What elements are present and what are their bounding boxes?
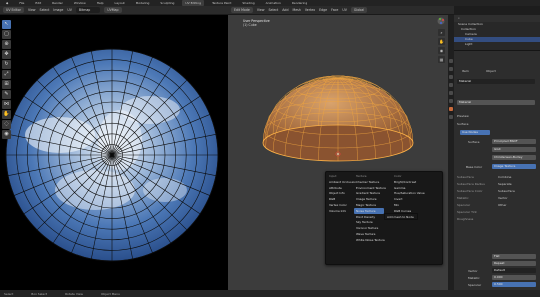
pan-icon[interactable]: ✋ <box>438 38 445 45</box>
status-hint: Box Select <box>31 291 48 296</box>
surface-shader-select[interactable]: Principled BSDF <box>492 139 536 144</box>
menu-item[interactable]: Volume Info <box>329 209 356 215</box>
perspective-toggle-icon[interactable]: ▦ <box>438 56 445 63</box>
output-tab-icon[interactable] <box>449 75 453 79</box>
base-color-label: Base Color <box>466 165 483 169</box>
scale-icon[interactable]: ⤢ <box>2 70 11 79</box>
projection-select[interactable]: Flat <box>492 254 536 259</box>
field-subsurface-color: Subsurface Color <box>457 189 483 193</box>
texture-tab-icon[interactable] <box>449 115 453 119</box>
status-bar: Select Box Select Rotate View Object Men… <box>0 290 540 297</box>
uv-menu-uv[interactable]: UV <box>67 8 72 12</box>
scene-tab-icon[interactable] <box>449 83 453 87</box>
blender-window: ◆ File Edit Render Window Help Layout Mo… <box>0 0 540 297</box>
pinch-icon[interactable]: ◉ <box>2 130 11 139</box>
vp-menu-mesh[interactable]: Mesh <box>292 8 300 12</box>
status-hint: Select <box>4 291 14 296</box>
properties-panel: Item Object Material Material Preview Su… <box>454 51 540 290</box>
rotate-icon[interactable]: ↻ <box>2 60 11 69</box>
select-box-icon[interactable]: ▢ <box>2 30 11 39</box>
col-b-item[interactable]: Subsurface <box>498 189 515 193</box>
relax-icon[interactable]: ◌ <box>2 120 11 129</box>
field-roughness: Roughness <box>457 217 474 221</box>
uv-toolbar: ↖ ▢ ⊕ ✥ ↻ ⤢ ⊞ ✎ ⋈ ✋ ◌ ◉ <box>2 20 12 139</box>
vp-menu-edge[interactable]: Edge <box>319 8 327 12</box>
grab-icon[interactable]: ✋ <box>2 110 11 119</box>
field-metallic: Metallic <box>457 196 469 200</box>
menu-column-color: Color Bright/Contrast Gamma Hue/Saturati… <box>394 174 425 215</box>
col-b-item[interactable]: Combine <box>498 175 511 179</box>
material-name-field[interactable]: Material <box>457 100 535 105</box>
field-specular-tint: Specular Tint <box>457 210 477 214</box>
uv-mesh-grid <box>6 49 218 261</box>
metallic-label: Metallic <box>468 276 480 280</box>
outliner-header: ⌕ <box>454 15 540 22</box>
material-slot-list[interactable]: Material <box>457 79 535 84</box>
camera-view-icon[interactable]: ◉ <box>438 47 445 54</box>
uv-editor-type-button[interactable]: UV Editor <box>3 7 24 13</box>
extension-select[interactable]: Repeat <box>492 261 536 266</box>
specular-label: Specular <box>468 283 482 287</box>
cursor-icon[interactable]: ↖ <box>2 20 11 29</box>
section-surface[interactable]: Surface <box>457 122 468 126</box>
vp-menu-view[interactable]: View <box>257 8 265 12</box>
modifier-tab-icon[interactable] <box>449 99 453 103</box>
field-subsurface-radius: Subsurface Radius <box>457 182 485 186</box>
uv-menu-image[interactable]: Image <box>53 8 63 12</box>
viewport-header: Edit Mode View Select Add Mesh Vertex Ed… <box>228 6 454 15</box>
menu-column-input: Input Ambient Occlusion Attribute Object… <box>329 174 356 215</box>
vector-label: Vector <box>468 269 478 273</box>
col-b-item[interactable]: Vector <box>498 196 508 200</box>
surface-label: Surface <box>468 140 480 144</box>
uv-menu-select[interactable]: Select <box>40 8 50 12</box>
outliner-item-light[interactable]: Light <box>454 42 540 47</box>
rip-icon[interactable]: ⋈ <box>2 100 11 109</box>
uv-editor-canvas[interactable] <box>0 15 228 290</box>
section-preview[interactable]: Preview <box>457 114 469 118</box>
mode-selector[interactable]: Edit Mode <box>231 7 253 13</box>
subsurface-method-select[interactable]: Christensen-Burley <box>492 155 536 160</box>
distribution-select[interactable]: GGX <box>492 147 536 152</box>
base-color-input[interactable]: Image Texture <box>492 164 536 169</box>
uv-menu-view[interactable]: View <box>28 8 36 12</box>
move-icon[interactable]: ✥ <box>2 50 11 59</box>
menu-item[interactable]: White Noise Texture <box>356 238 386 244</box>
vp-menu-select[interactable]: Select <box>268 8 278 12</box>
uv-map-selector[interactable]: UVMap <box>104 7 122 13</box>
object-tab-icon[interactable] <box>449 91 453 95</box>
add-node-tooltip: Add mesh to Node <box>384 213 418 220</box>
navigation-gizmo-icon[interactable] <box>437 17 445 25</box>
col-b-item[interactable]: Separate <box>498 182 512 186</box>
transform-orientation-select[interactable]: Global <box>350 7 368 13</box>
vector-input[interactable]: Default <box>492 268 536 273</box>
uv-editor-header: UV Editor View Select Image UV Bitmap UV… <box>0 6 228 15</box>
image-name-field[interactable]: Bitmap <box>75 7 101 13</box>
col-b-item[interactable]: Other <box>498 203 507 207</box>
transform-icon[interactable]: ⊞ <box>2 80 11 89</box>
specular-slider[interactable]: 0.500 <box>492 282 536 287</box>
outliner-panel: ⌕ Scene Collection Collection Camera Cub… <box>454 15 540 51</box>
vp-menu-face[interactable]: Face <box>331 8 338 12</box>
tab-object[interactable]: Object <box>486 69 496 73</box>
zoom-icon[interactable]: ⌕ <box>438 29 445 36</box>
menu-column-texture: Texture Checker Texture Environment Text… <box>356 174 386 244</box>
annotate-icon[interactable]: ✎ <box>2 90 11 99</box>
field-specular: Specular <box>457 203 471 207</box>
uv-unwrap-image <box>5 48 219 262</box>
vp-menu-add[interactable]: Add <box>282 8 288 12</box>
cursor-cross-icon[interactable]: ⊕ <box>2 40 11 49</box>
vp-menu-vertex[interactable]: Vertex <box>305 8 315 12</box>
status-hint: Rotate View <box>65 291 83 296</box>
vp-menu-uv[interactable]: UV <box>342 8 347 12</box>
material-tab-icon[interactable] <box>449 107 453 111</box>
render-tab-icon[interactable] <box>449 67 453 71</box>
field-subsurface: Subsurface <box>457 175 474 179</box>
tab-item[interactable]: Item <box>462 69 469 73</box>
tool-tab-icon[interactable] <box>449 59 453 63</box>
use-nodes-button[interactable]: Use Nodes <box>460 130 490 135</box>
metallic-slider[interactable]: 0.000 <box>492 275 536 280</box>
status-hint: Object Menu <box>100 291 120 296</box>
